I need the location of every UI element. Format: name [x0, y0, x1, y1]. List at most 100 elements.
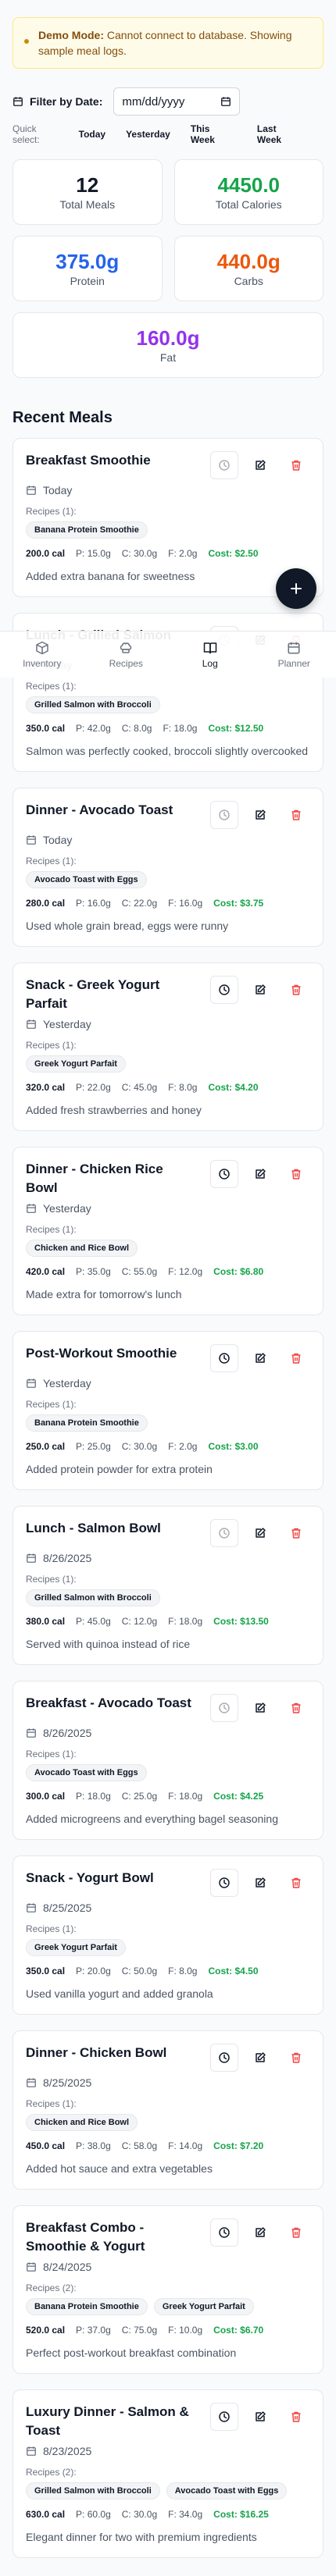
- fat: F: 2.0g: [168, 1441, 198, 1452]
- recipes-label: Recipes (1):: [26, 1040, 77, 1051]
- recipe-chip: Chicken and Rice Bowl: [26, 2114, 138, 2131]
- edit-button[interactable]: [246, 1869, 274, 1897]
- delete-button[interactable]: [282, 451, 310, 479]
- reschedule-button[interactable]: [210, 1869, 238, 1897]
- recipe-chips: Avocado Toast with Eggs: [26, 1764, 310, 1781]
- clock-icon: [219, 1169, 230, 1179]
- edit-button[interactable]: [246, 976, 274, 1004]
- edit-button[interactable]: [246, 1160, 274, 1188]
- nutrition-row: 350.0 cal P: 42.0g C: 8.0g F: 18.0g Cost: $1…: [26, 723, 310, 734]
- edit-button[interactable]: [246, 801, 274, 829]
- delete-button[interactable]: [282, 2403, 310, 2431]
- delete-button[interactable]: [282, 2218, 310, 2247]
- edit-button[interactable]: [246, 2044, 274, 2072]
- reschedule-button[interactable]: [210, 2044, 238, 2072]
- nav-recipes[interactable]: Recipes: [95, 641, 157, 669]
- delete-button[interactable]: [282, 801, 310, 829]
- fat: F: 16.0g: [168, 898, 203, 909]
- delete-button[interactable]: [282, 1694, 310, 1722]
- date-picker-icon[interactable]: [220, 96, 231, 107]
- protein: P: 45.0g: [76, 1616, 111, 1627]
- edit-button[interactable]: [246, 1344, 274, 1372]
- date-input[interactable]: mm/dd/yyyy: [113, 87, 241, 116]
- delete-button[interactable]: [282, 1869, 310, 1897]
- edit-icon: [256, 2411, 266, 2421]
- carbs: C: 58.0g: [121, 2140, 158, 2151]
- nav-log[interactable]: Log: [179, 641, 241, 669]
- delete-button[interactable]: [282, 1344, 310, 1372]
- quick-select-yesterday[interactable]: Yesterday: [126, 129, 170, 140]
- reschedule-button[interactable]: [210, 801, 238, 829]
- edit-button[interactable]: [246, 2403, 274, 2431]
- meal-card-header: Dinner - Chicken Rice Bowl: [26, 1160, 310, 1197]
- meal-notes: Added microgreens and everything bagel s…: [26, 1813, 278, 1825]
- nav-inventory[interactable]: Inventory: [11, 641, 73, 669]
- add-meal-button[interactable]: [276, 568, 316, 609]
- alert-dot-icon: [24, 39, 29, 44]
- delete-button[interactable]: [282, 1160, 310, 1188]
- calendar-icon: [27, 1019, 36, 1029]
- recipe-chip: Banana Protein Smoothie: [26, 521, 148, 539]
- reschedule-button[interactable]: [210, 2403, 238, 2431]
- nav-label: Inventory: [23, 657, 62, 669]
- carbs: C: 8.0g: [121, 723, 152, 734]
- calendar-icon: [27, 2446, 36, 2456]
- quick-select-label: Quick select:: [13, 123, 40, 145]
- quick-select-last-week[interactable]: Last Week: [257, 123, 303, 145]
- reschedule-button[interactable]: [210, 1344, 238, 1372]
- carbs: C: 75.0g: [121, 2325, 158, 2336]
- meal-date-text: 8/26/2025: [43, 1552, 92, 1564]
- meal-date: Yesterday: [26, 1018, 310, 1030]
- recipe-chip: Greek Yogurt Parfait: [26, 1055, 126, 1073]
- cost: Cost: $4.50: [208, 1966, 259, 1976]
- cost: Cost: $4.25: [213, 1791, 264, 1802]
- reschedule-button[interactable]: [210, 976, 238, 1004]
- stat-label: Total Calories: [215, 198, 282, 211]
- meal-card-header: Dinner - Chicken Bowl: [26, 2044, 310, 2072]
- trash-icon: [291, 2052, 301, 2063]
- meal-actions: [210, 1160, 310, 1188]
- stat-label: Carbs: [234, 275, 263, 287]
- section-title: Recent Meals: [13, 409, 113, 426]
- meal-card: Snack - Greek Yogurt Parfait Yesterday Rec…: [13, 962, 323, 1131]
- reschedule-button[interactable]: [210, 451, 238, 479]
- edit-button[interactable]: [246, 1519, 274, 1547]
- nutrition-row: 300.0 cal P: 18.0g C: 25.0g F: 18.0g Cost: $…: [26, 1791, 310, 1802]
- protein: P: 38.0g: [76, 2140, 111, 2151]
- calories: 200.0 cal: [26, 548, 66, 559]
- recipe-chips: Banana Protein Smoothie Greek Yogurt Parf…: [26, 2298, 310, 2315]
- edit-button[interactable]: [246, 1694, 274, 1722]
- protein: P: 42.0g: [76, 723, 111, 734]
- nav-planner[interactable]: Planner: [263, 641, 325, 669]
- recipe-chip: Greek Yogurt Parfait: [153, 2298, 254, 2315]
- reschedule-button[interactable]: [210, 1694, 238, 1722]
- edit-button[interactable]: [246, 451, 274, 479]
- clock-icon: [219, 1528, 230, 1539]
- nutrition-row: 250.0 cal P: 25.0g C: 30.0g F: 2.0g Cost: $3…: [26, 1441, 310, 1452]
- delete-button[interactable]: [282, 2044, 310, 2072]
- nutrition-row: 200.0 cal P: 15.0g C: 30.0g F: 2.0g Cost: $2…: [26, 548, 310, 559]
- reschedule-button[interactable]: [210, 2218, 238, 2247]
- trash-icon: [291, 809, 301, 820]
- delete-button[interactable]: [282, 976, 310, 1004]
- reschedule-button[interactable]: [210, 1519, 238, 1547]
- clock-icon: [219, 809, 230, 820]
- stat-total-calories: 4450.0 Total Calories: [173, 159, 323, 225]
- carbs: C: 12.0g: [121, 1616, 158, 1627]
- recipes-label: Recipes (1):: [26, 1399, 77, 1410]
- quick-select-today[interactable]: Today: [79, 129, 105, 140]
- calendar-icon: [27, 486, 36, 495]
- trash-icon: [291, 1169, 301, 1179]
- stat-protein: 375.0g Protein: [13, 236, 163, 301]
- meal-title: Snack - Greek Yogurt Parfait: [26, 977, 160, 1011]
- fat: F: 12.0g: [168, 1266, 203, 1277]
- cost: Cost: $12.50: [208, 723, 264, 734]
- reschedule-button[interactable]: [210, 1160, 238, 1188]
- trash-icon: [291, 460, 301, 471]
- plus-icon: [291, 583, 302, 594]
- delete-button[interactable]: [282, 1519, 310, 1547]
- recipes-label: Recipes (1):: [26, 1574, 77, 1585]
- quick-select-this-week[interactable]: This Week: [191, 123, 237, 145]
- edit-button[interactable]: [246, 2218, 274, 2247]
- meal-notes: Salmon was perfectly cooked, broccoli sl…: [26, 745, 309, 757]
